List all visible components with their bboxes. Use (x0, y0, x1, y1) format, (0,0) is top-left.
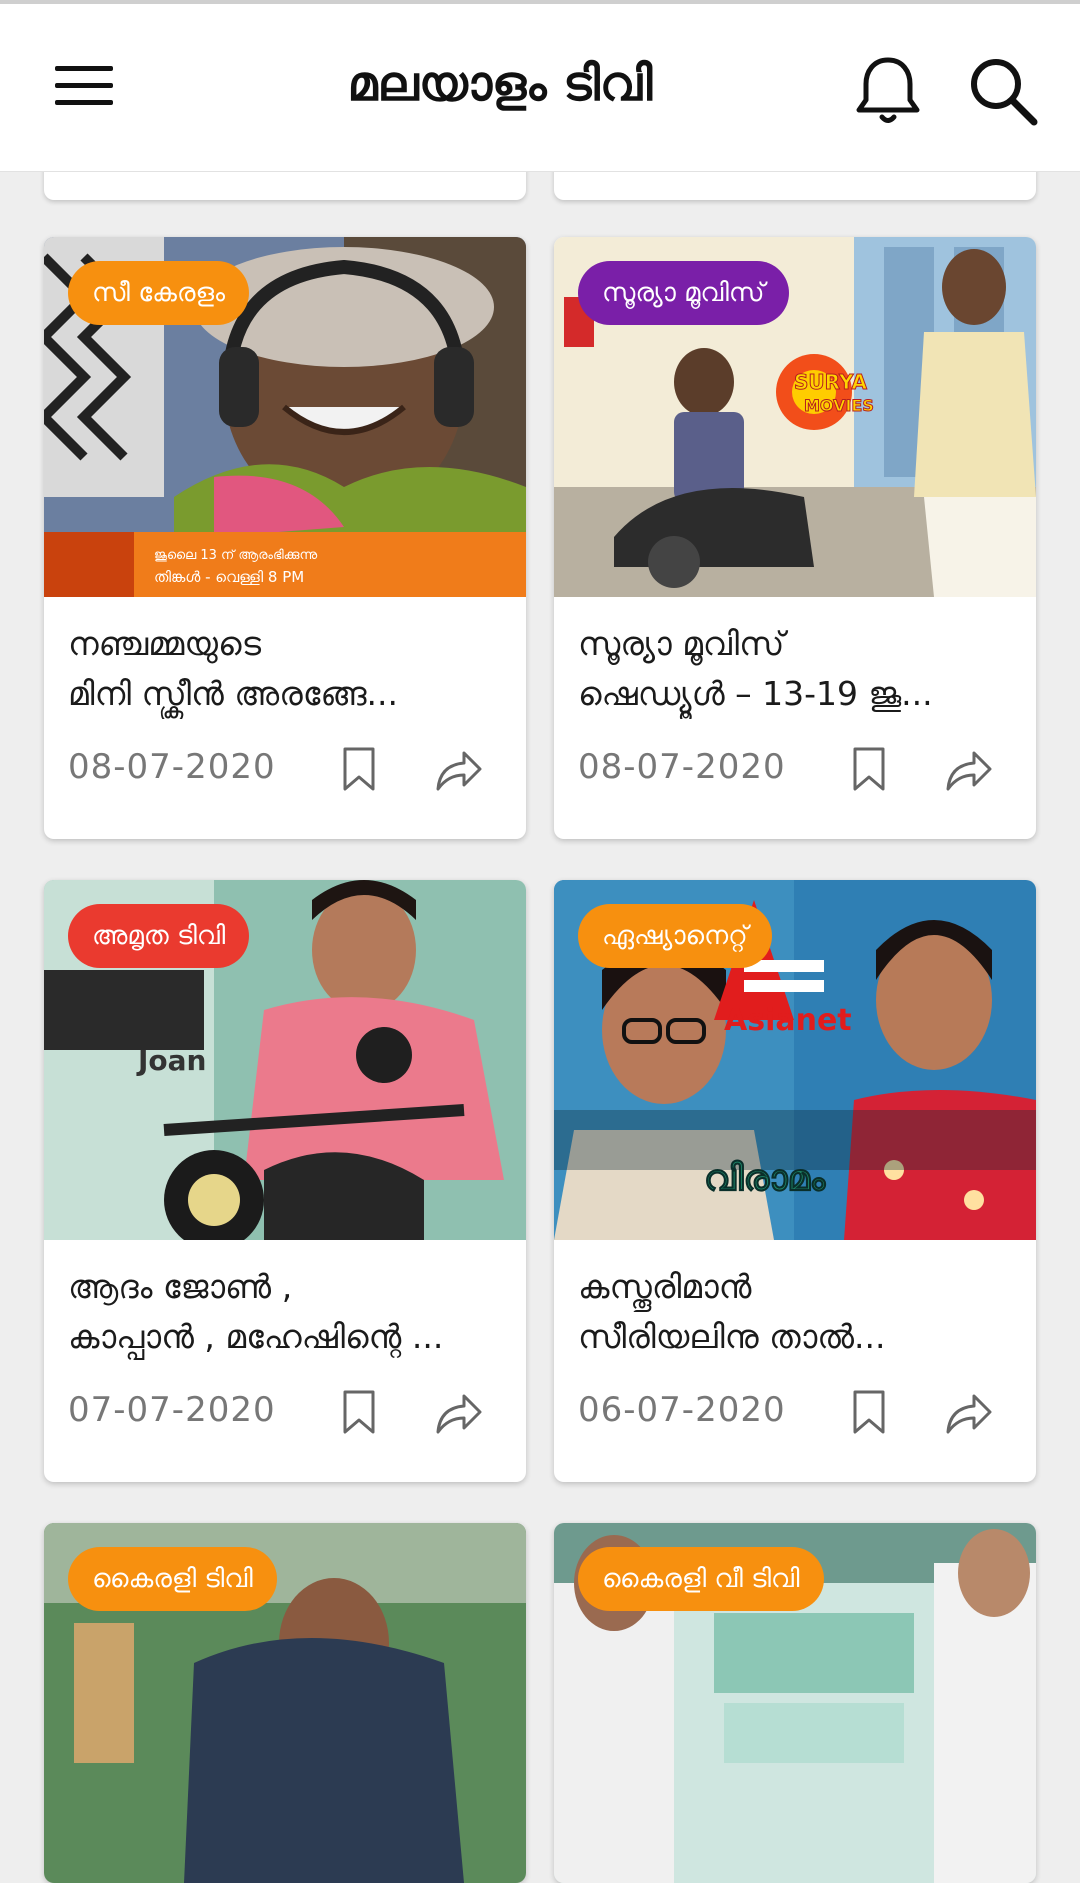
publish-date: 08-07-2020 (68, 747, 276, 787)
bookmark-icon[interactable] (339, 745, 379, 793)
card-headline[interactable]: കസ്തൂരിമാൻ സീരിയലിനു താൽ... (554, 1240, 1036, 1390)
news-card[interactable]: ജൂലൈ 13 ന് ആരംഭിക്കുന്നു തിങ്കൾ - വെള്ളി… (44, 237, 526, 839)
publish-date: 07-07-2020 (68, 1390, 276, 1430)
channel-badge[interactable]: ഏഷ്യാനെറ്റ് (578, 904, 772, 968)
bookmark-icon[interactable] (849, 1388, 889, 1436)
publish-date: 06-07-2020 (578, 1390, 786, 1430)
card-thumbnail: കൈരളി ടിവി (44, 1523, 526, 1883)
channel-badge[interactable]: സൂര്യാ മൂവിസ് (578, 261, 789, 325)
news-card[interactable]: കൈരളി ടിവി (44, 1523, 526, 1883)
publish-date: 08-07-2020 (578, 747, 786, 787)
channel-badge[interactable]: സീ കേരളം (68, 261, 249, 325)
share-icon[interactable] (434, 1392, 484, 1436)
page-title: മലയാളം ടിവി (347, 56, 653, 112)
thumbnail-caption: Joan (136, 1044, 206, 1077)
card-thumbnail: ജൂലൈ 13 ന് ആരംഭിക്കുന്നു തിങ്കൾ - വെള്ളി… (44, 237, 526, 597)
bell-icon[interactable] (855, 54, 921, 126)
card-headline[interactable]: ആദം ജോൺ , കാപ്പാൻ , മഹേഷിന്റെ ... (44, 1240, 526, 1390)
card-thumbnail: SURYA MOVIES സൂര്യാ മൂവിസ് (554, 237, 1036, 597)
card-thumbnail: Asianet വിരാമം ഏഷ്യാനെറ്റ് (554, 880, 1036, 1240)
thumbnail-caption: തിങ്കൾ - വെള്ളി 8 PM (154, 568, 304, 586)
share-icon[interactable] (944, 1392, 994, 1436)
card-headline[interactable]: നഞ്ചമ്മയുടെ മിനി സ്ക്രീൻ അരങ്ങേ... (44, 597, 526, 747)
channel-badge[interactable]: കൈരളി ടിവി (68, 1547, 277, 1611)
card-thumbnail: കൈരളി വീ ടിവി (554, 1523, 1036, 1883)
news-card[interactable]: SURYA MOVIES സൂര്യാ മൂവിസ് സൂര്യാ മൂവിസ്… (554, 237, 1036, 839)
channel-badge[interactable]: കൈരളി വീ ടിവി (578, 1547, 824, 1611)
thumbnail-caption: വിരാമം (704, 1158, 826, 1199)
thumbnail-caption: MOVIES (804, 396, 874, 415)
card-thumbnail: Joan അമൃത ടിവി (44, 880, 526, 1240)
thumbnail-caption: ജൂലൈ 13 ന് ആരംഭിക്കുന്നു (154, 548, 317, 563)
search-icon[interactable] (968, 56, 1040, 128)
thumbnail-caption: SURYA (794, 370, 868, 394)
card-headline[interactable]: സൂര്യാ മൂവിസ് ഷെഡ്യൂൾ – 13-19 ജൂ... (554, 597, 1036, 747)
share-icon[interactable] (944, 749, 994, 793)
bookmark-icon[interactable] (849, 745, 889, 793)
share-icon[interactable] (434, 749, 484, 793)
app-bar: മലയാളം ടിവി (0, 4, 1080, 172)
bookmark-icon[interactable] (339, 1388, 379, 1436)
news-feed: ജൂലൈ 13 ന് ആരംഭിക്കുന്നു തിങ്കൾ - വെള്ളി… (0, 0, 1080, 1883)
hamburger-menu-icon[interactable] (55, 66, 113, 106)
thumbnail-caption: Asianet (724, 1003, 852, 1038)
news-card[interactable]: Joan അമൃത ടിവി ആദം ജോൺ , കാപ്പാൻ , മഹേഷി… (44, 880, 526, 1482)
news-card[interactable]: കൈരളി വീ ടിവി (554, 1523, 1036, 1883)
news-card[interactable]: Asianet വിരാമം ഏഷ്യാനെറ്റ് കസ്തൂരിമാൻ സീ… (554, 880, 1036, 1482)
channel-badge[interactable]: അമൃത ടിവി (68, 904, 250, 968)
